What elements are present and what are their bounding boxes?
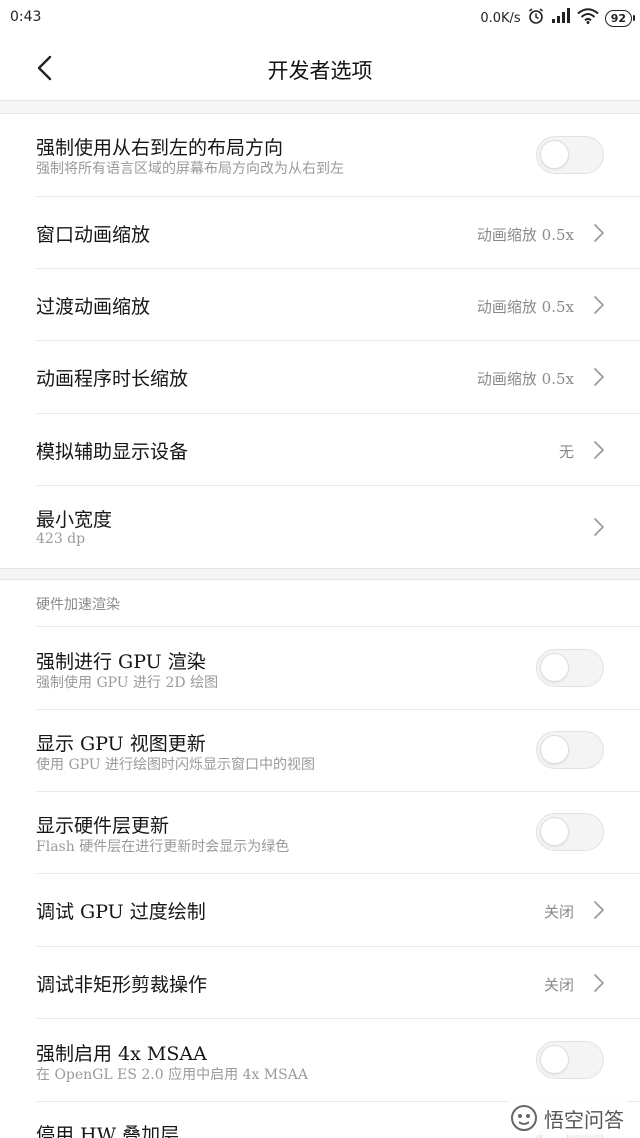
row-subtitle: 423 dp: [36, 531, 86, 547]
network-speed: 0.0K/s: [480, 10, 521, 26]
transition-animation-scale-row[interactable]: 过渡动画缩放 动画缩放 0.5x: [0, 269, 640, 341]
status-bar: 0:43 0.0K/s 92: [0, 0, 640, 36]
toggle-knob: [540, 735, 569, 764]
force-gpu-rendering-toggle[interactable]: [536, 649, 604, 687]
page-title: 开发者选项: [267, 59, 373, 83]
row-subtitle: 在 OpenGL ES 2.0 应用中启用 4x MSAA: [36, 1067, 308, 1083]
row-title: 窗口动画缩放: [36, 224, 151, 246]
chevron-right-icon: [594, 518, 604, 536]
chevron-right-icon: [594, 441, 604, 459]
force-gpu-rendering-row[interactable]: 强制进行 GPU 渲染 强制使用 GPU 进行 2D 绘图: [0, 627, 640, 710]
row-title: 强制使用从右到左的布局方向: [36, 137, 284, 159]
status-time: 0:43: [10, 9, 42, 25]
smallest-width-row[interactable]: 最小宽度 423 dp: [0, 486, 640, 568]
section-header: 硬件加速渲染: [36, 597, 120, 613]
show-hw-layer-updates-toggle[interactable]: [536, 813, 604, 851]
wifi-icon: [577, 8, 599, 28]
row-title: 最小宽度: [36, 509, 113, 531]
row-value: 动画缩放 0.5x: [476, 298, 574, 316]
row-title: 动画程序时长缩放: [36, 368, 189, 390]
simulate-secondary-display-row[interactable]: 模拟辅助显示设备 无: [0, 414, 640, 486]
toggle-knob: [540, 817, 569, 846]
row-subtitle: 强制使用 GPU 进行 2D 绘图: [36, 675, 219, 691]
row-value: 动画缩放 0.5x: [476, 226, 574, 244]
signal-icon: [551, 8, 571, 28]
watermark: 悟空问答: [506, 1101, 630, 1135]
force-4x-msaa-row[interactable]: 强制启用 4x MSAA 在 OpenGL ES 2.0 应用中启用 4x MS…: [0, 1019, 640, 1102]
chevron-right-icon: [594, 901, 604, 919]
show-gpu-view-updates-toggle[interactable]: [536, 731, 604, 769]
row-value: 无: [558, 443, 574, 461]
header-divider: [0, 100, 640, 114]
debug-gpu-overdraw-row[interactable]: 调试 GPU 过度绘制 关闭: [0, 874, 640, 947]
row-title: 显示硬件层更新: [36, 815, 170, 837]
title-bar: 开发者选项: [0, 36, 640, 100]
chevron-right-icon: [594, 368, 604, 386]
status-icons: 0.0K/s 92: [480, 7, 636, 29]
row-title: 调试非矩形剪裁操作: [36, 974, 208, 996]
animator-duration-scale-row[interactable]: 动画程序时长缩放 动画缩放 0.5x: [0, 341, 640, 414]
row-title: 强制进行 GPU 渲染: [36, 651, 206, 673]
row-title: 强制启用 4x MSAA: [36, 1043, 207, 1065]
section-gap: [0, 568, 640, 580]
toggle-knob: [540, 1045, 569, 1074]
chevron-right-icon: [594, 224, 604, 242]
toggle-knob: [540, 653, 569, 682]
row-title: 调试 GPU 过度绘制: [36, 901, 206, 923]
row-title: 显示 GPU 视图更新: [36, 733, 206, 755]
rtl-layout-toggle[interactable]: [536, 136, 604, 174]
debug-non-rect-clip-row[interactable]: 调试非矩形剪裁操作 关闭: [0, 947, 640, 1019]
row-title: 过渡动画缩放: [36, 296, 151, 318]
show-hw-layer-updates-row[interactable]: 显示硬件层更新 Flash 硬件层在进行更新时会显示为绿色: [0, 792, 640, 874]
show-gpu-view-updates-row[interactable]: 显示 GPU 视图更新 使用 GPU 进行绘图时闪烁显示窗口中的视图: [0, 710, 640, 792]
alarm-icon: [527, 7, 545, 29]
window-animation-scale-row[interactable]: 窗口动画缩放 动画缩放 0.5x: [0, 197, 640, 269]
wukong-logo-icon: [511, 1105, 537, 1131]
row-subtitle: 使用 GPU 进行绘图时闪烁显示窗口中的视图: [36, 757, 316, 773]
row-subtitle: 强制将所有语言区域的屏幕布局方向改为从右到左: [36, 161, 344, 177]
battery-icon: 92: [604, 9, 636, 27]
row-value: 关闭: [543, 903, 574, 921]
row-value: 关闭: [543, 976, 574, 994]
force-4x-msaa-toggle[interactable]: [536, 1041, 604, 1079]
row-value: 动画缩放 0.5x: [476, 370, 574, 388]
chevron-right-icon: [594, 974, 604, 992]
watermark-text: 悟空问答: [544, 1107, 624, 1132]
rtl-layout-row[interactable]: 强制使用从右到左的布局方向 强制将所有语言区域的屏幕布局方向改为从右到左: [0, 114, 640, 197]
row-subtitle: Flash 硬件层在进行更新时会显示为绿色: [36, 839, 290, 855]
chevron-right-icon: [594, 296, 604, 314]
row-title: 模拟辅助显示设备: [36, 441, 189, 463]
row-title: 停用 HW 叠加层: [36, 1124, 180, 1138]
toggle-knob: [540, 140, 569, 169]
